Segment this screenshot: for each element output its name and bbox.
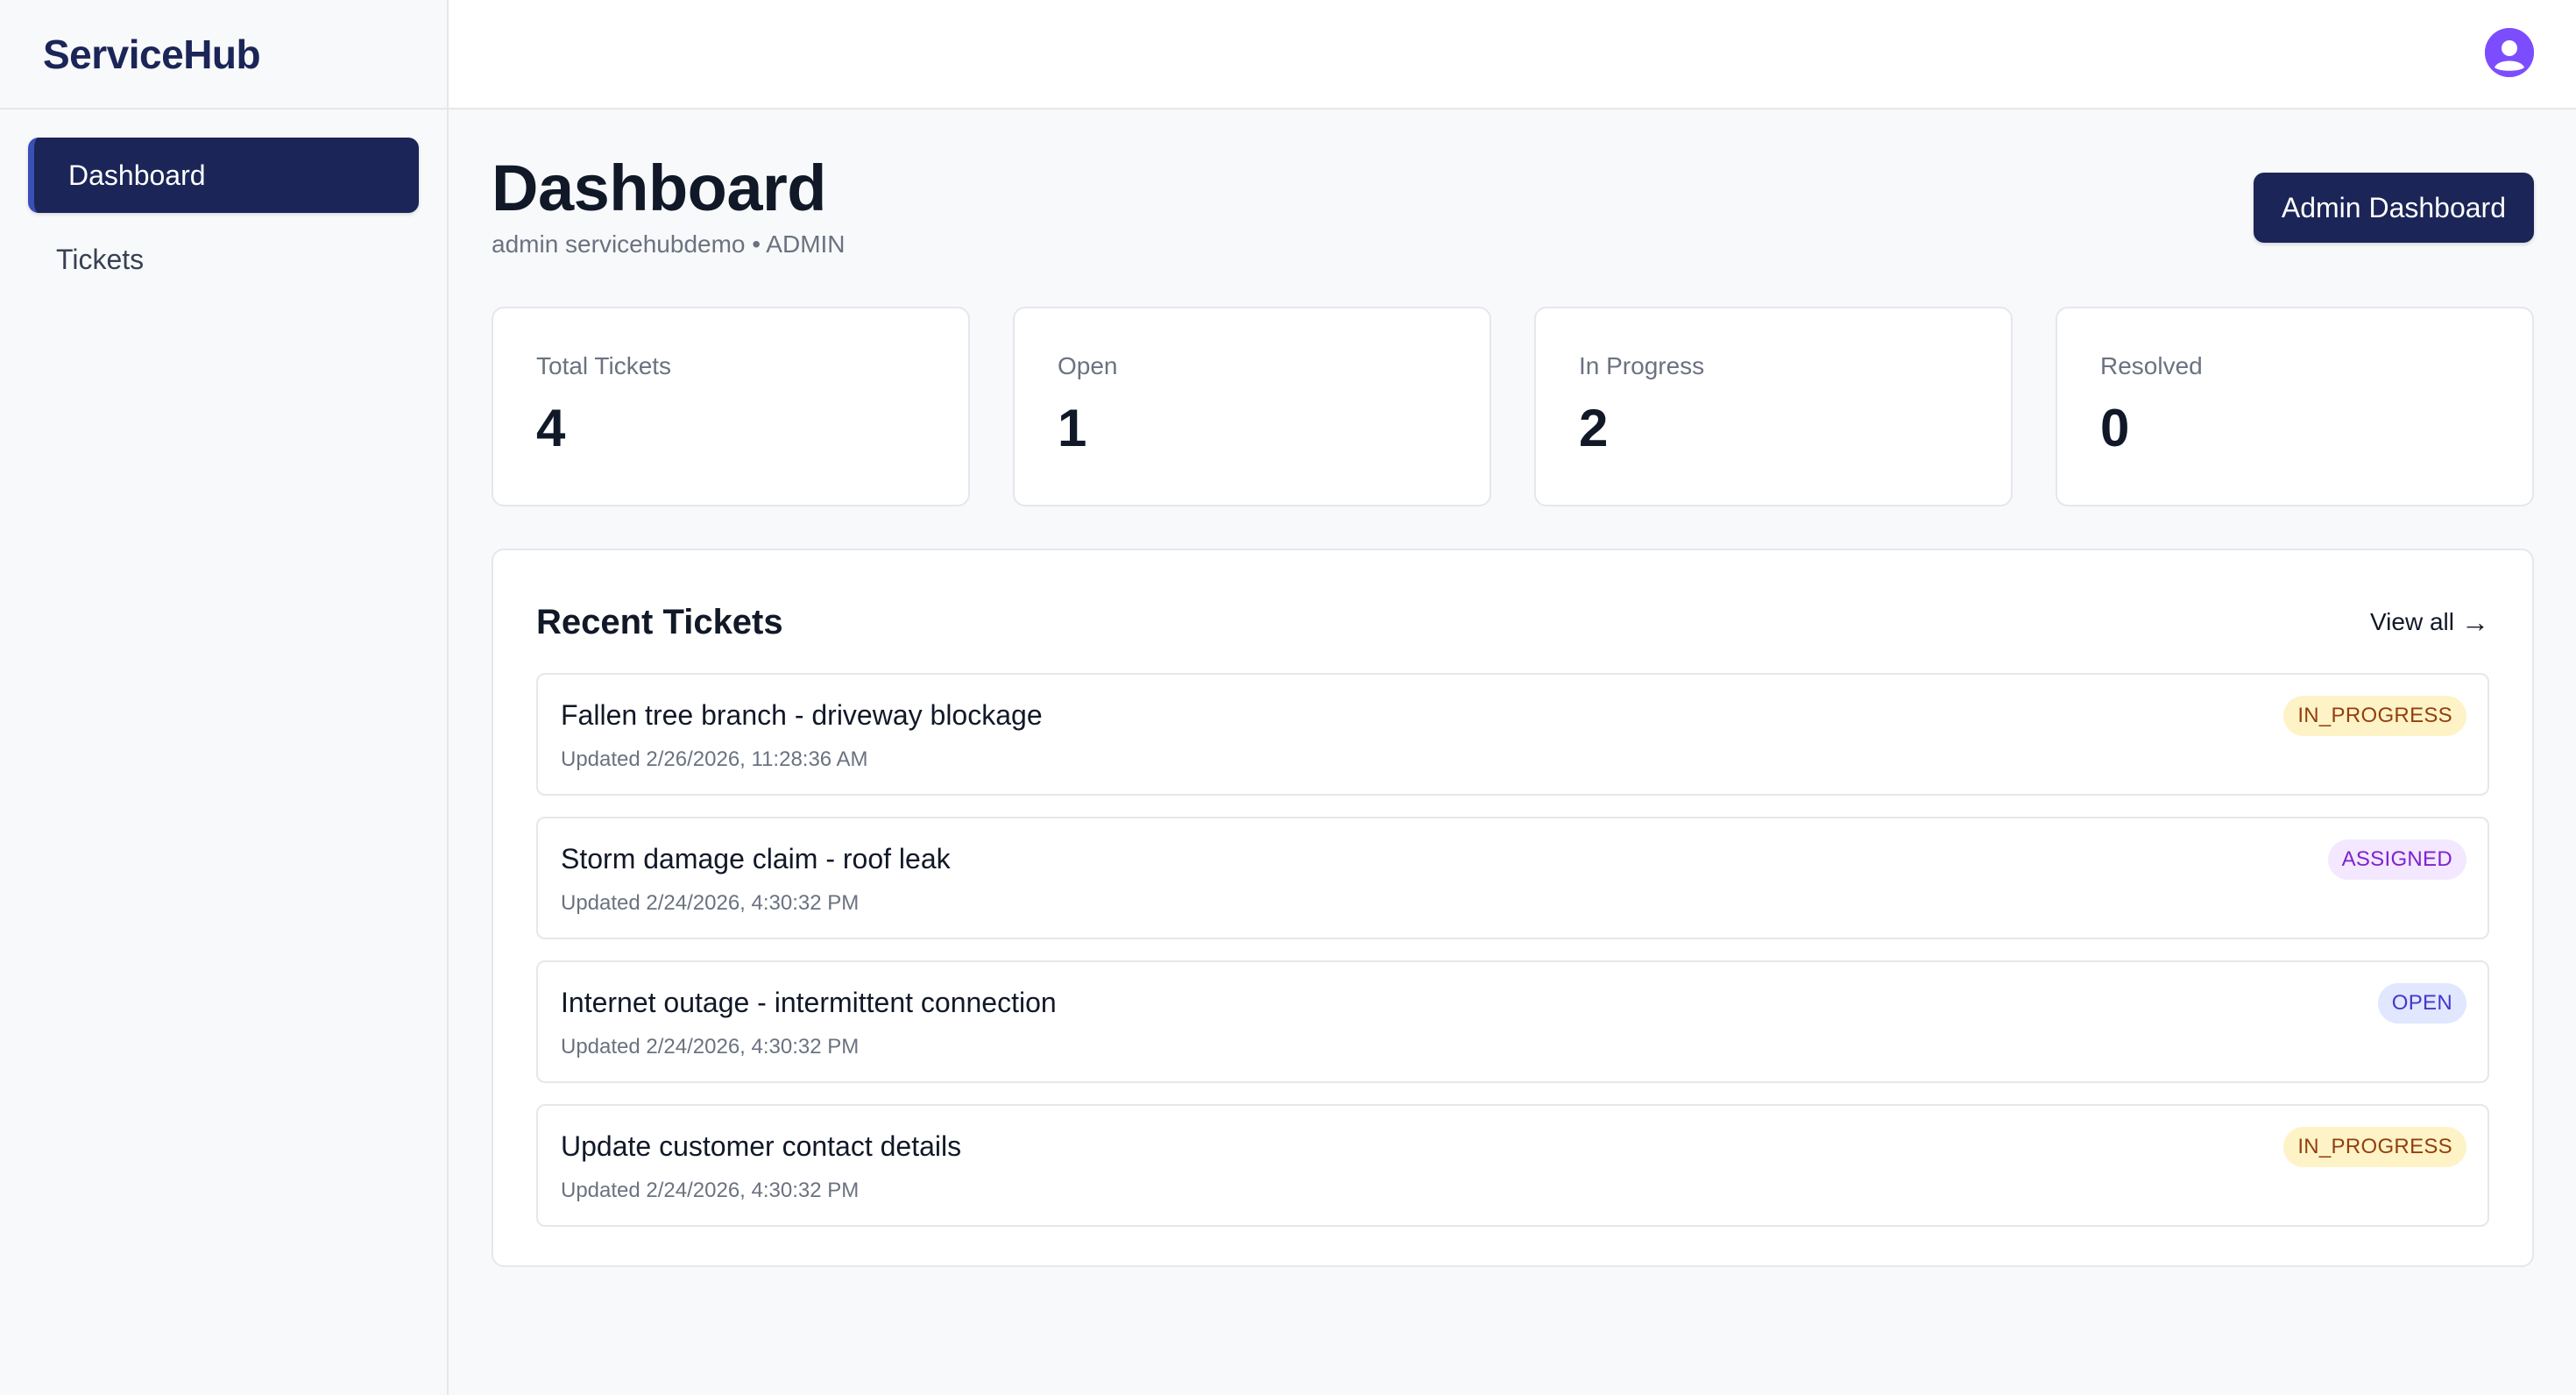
stat-card-open: Open 1 — [1013, 307, 1491, 506]
recent-tickets-header: Recent Tickets View all → — [536, 550, 2489, 673]
stat-card-resolved: Resolved 0 — [2056, 307, 2534, 506]
view-all-label: View all — [2370, 608, 2454, 635]
sidebar-item-dashboard[interactable]: Dashboard — [28, 138, 419, 213]
stat-label: In Progress — [1579, 352, 1705, 379]
ticket-row[interactable]: Fallen tree branch - driveway blockage U… — [536, 673, 2489, 796]
topbar — [449, 0, 2576, 110]
recent-tickets-panel: Recent Tickets View all → Fallen tree br… — [492, 549, 2534, 1267]
ticket-title: Fallen tree branch - driveway blockage — [561, 699, 1043, 731]
status-badge: ASSIGNED — [2327, 839, 2466, 880]
stat-label: Open — [1058, 352, 1118, 379]
admin-dashboard-button[interactable]: Admin Dashboard — [2253, 173, 2534, 243]
status-badge: IN_PROGRESS — [2283, 696, 2466, 736]
brand: ServiceHub — [0, 0, 447, 110]
view-all-link[interactable]: View all → — [2370, 606, 2489, 639]
ticket-title: Storm damage claim - roof leak — [561, 843, 951, 875]
ticket-updated: Updated 2/24/2026, 4:30:32 PM — [561, 1179, 860, 1202]
arrow-right-icon: → — [2461, 605, 2489, 638]
stat-label: Total Tickets — [536, 352, 672, 379]
user-avatar-button[interactable] — [2485, 28, 2534, 77]
ticket-title: Update customer contact details — [561, 1130, 962, 1162]
brand-logo-text[interactable]: ServiceHub — [43, 31, 261, 78]
ticket-title: Internet outage - intermittent connectio… — [561, 987, 1057, 1018]
recent-tickets-title: Recent Tickets — [536, 602, 783, 641]
stat-value: 4 — [536, 399, 566, 457]
sidebar-item-tickets[interactable]: Tickets — [28, 222, 419, 297]
ticket-row[interactable]: Update customer contact details Updated … — [536, 1104, 2489, 1227]
status-badge: OPEN — [2377, 983, 2466, 1023]
user-avatar-icon — [2485, 28, 2534, 77]
sidebar-item-label: Tickets — [56, 243, 145, 275]
stat-value: 2 — [1579, 399, 1609, 457]
ticket-row[interactable]: Storm damage claim - roof leak Updated 2… — [536, 817, 2489, 939]
sidebar-nav: Dashboard Tickets — [0, 110, 447, 297]
ticket-updated: Updated 2/24/2026, 4:30:32 PM — [561, 891, 860, 915]
sidebar-item-label: Dashboard — [68, 159, 206, 191]
stat-value: 1 — [1058, 399, 1087, 457]
stat-label: Resolved — [2100, 352, 2203, 379]
page-title: Dashboard — [492, 152, 827, 224]
status-badge: IN_PROGRESS — [2283, 1127, 2466, 1167]
user-role-subtitle: admin servicehubdemo • ADMIN — [492, 230, 846, 258]
ticket-updated: Updated 2/26/2026, 11:28:36 AM — [561, 747, 868, 771]
ticket-updated: Updated 2/24/2026, 4:30:32 PM — [561, 1035, 860, 1059]
stat-card-in-progress: In Progress 2 — [1534, 307, 2013, 506]
sidebar: ServiceHub Dashboard Tickets — [0, 0, 449, 1395]
stat-value: 0 — [2100, 399, 2130, 457]
ticket-row[interactable]: Internet outage - intermittent connectio… — [536, 960, 2489, 1083]
app-root: ServiceHub Dashboard Tickets Dashboard a… — [0, 0, 2576, 1395]
stats-row: Total Tickets 4 Open 1 In Progress 2 Res… — [492, 307, 2534, 506]
stat-card-total: Total Tickets 4 — [492, 307, 970, 506]
